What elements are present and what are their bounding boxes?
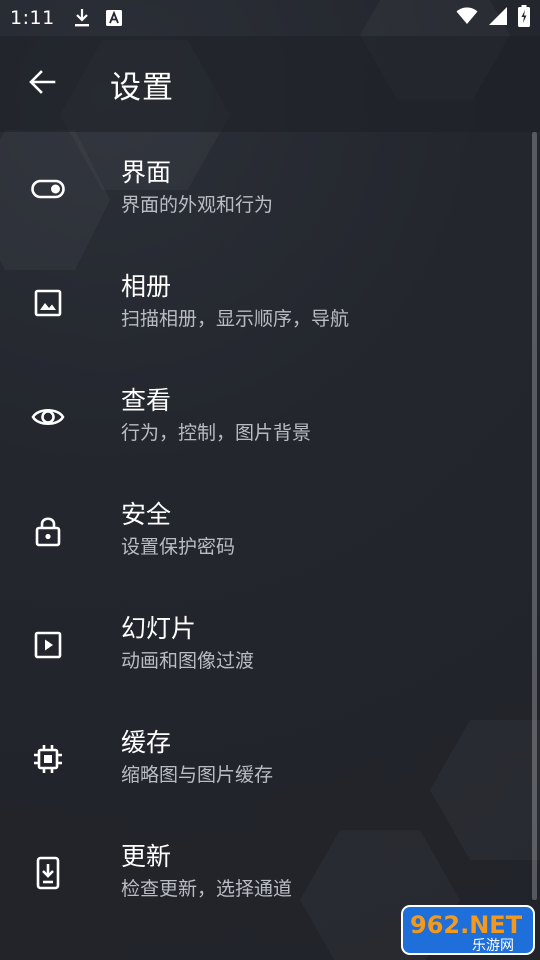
settings-item-album[interactable]: 相册 扫描相册，显示顺序，导航 — [0, 246, 540, 360]
settings-item-cache[interactable]: 缓存 缩略图与图片缓存 — [0, 702, 540, 816]
settings-item-interface[interactable]: 界面 界面的外观和行为 — [0, 132, 540, 246]
phone-download-icon — [28, 853, 68, 893]
settings-item-subtitle: 缩略图与图片缓存 — [121, 764, 274, 786]
settings-item-title: 相册 — [121, 272, 172, 301]
settings-item-title: 查看 — [121, 386, 172, 415]
download-icon — [73, 8, 91, 28]
memory-chip-icon — [28, 739, 68, 779]
wifi-icon — [456, 7, 478, 29]
font-a-icon — [105, 9, 123, 27]
settings-item-subtitle: 行为，控制，图片背景 — [121, 422, 312, 444]
arrow-back-icon — [28, 68, 56, 100]
watermark-caption: 乐游网 — [472, 938, 514, 954]
scrollbar[interactable] — [532, 132, 537, 900]
settings-item-title: 缓存 — [121, 728, 172, 757]
app-bar: 设置 — [0, 36, 540, 132]
watermark-logo: 962.NET 乐游网 — [400, 904, 536, 956]
settings-item-view[interactable]: 查看 行为，控制，图片背景 — [0, 360, 540, 474]
settings-item-subtitle: 设置保护密码 — [121, 536, 236, 558]
settings-item-title: 更新 — [121, 842, 172, 871]
settings-item-subtitle: 动画和图像过渡 — [121, 650, 255, 672]
settings-list: 界面 界面的外观和行为 相册 扫描相册，显示顺序，导航 查看 行为，控制，图片背… — [0, 132, 540, 930]
settings-item-title: 幻灯片 — [121, 614, 197, 643]
watermark-brand: 962.NET — [410, 911, 523, 939]
slideshow-icon — [28, 625, 68, 665]
settings-item-title: 界面 — [121, 158, 172, 187]
back-button[interactable] — [14, 56, 70, 112]
signal-icon — [488, 6, 508, 30]
page-title: 设置 — [110, 69, 174, 106]
lock-icon — [28, 511, 68, 551]
image-icon — [28, 283, 68, 323]
settings-item-security[interactable]: 安全 设置保护密码 — [0, 474, 540, 588]
status-bar: 1:11 — [0, 0, 540, 36]
settings-screen: 1:11 设置 界面 界面的外观和行为 相册 扫描相册，显示顺序，导航 查看 行… — [0, 0, 540, 960]
status-time: 1:11 — [10, 7, 55, 29]
settings-item-title: 安全 — [121, 500, 172, 529]
settings-item-slideshow[interactable]: 幻灯片 动画和图像过渡 — [0, 588, 540, 702]
settings-item-subtitle: 检查更新，选择通道 — [121, 878, 293, 900]
settings-item-subtitle: 界面的外观和行为 — [121, 194, 274, 216]
eye-icon — [28, 397, 68, 437]
settings-item-subtitle: 扫描相册，显示顺序，导航 — [121, 308, 350, 330]
battery-charging-icon — [518, 5, 530, 31]
toggle-icon — [28, 169, 68, 209]
